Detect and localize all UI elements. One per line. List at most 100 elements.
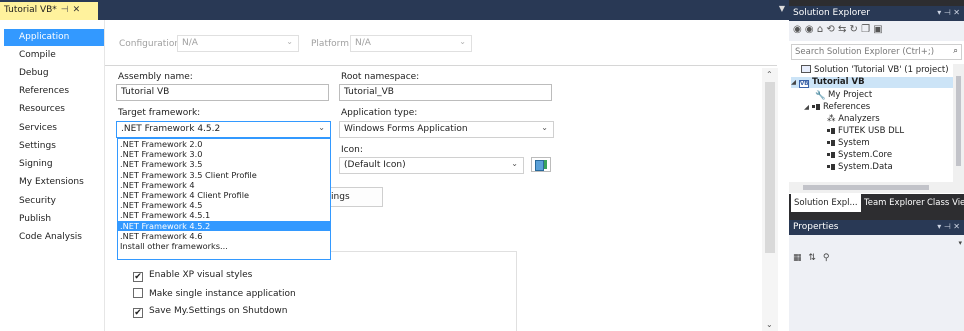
nav-item-application[interactable]: Application [4, 29, 111, 46]
target-framework-select[interactable]: .NET Framework 4.5.2 ⌄ [116, 121, 331, 138]
framework-option[interactable]: .NET Framework 3.0 [118, 149, 330, 159]
icon-select[interactable]: (Default Icon) ⌄ [339, 157, 524, 174]
tree-node-label: Solution 'Tutorial VB' (1 project) [814, 65, 949, 75]
nav-item-settings[interactable]: Settings [4, 138, 100, 155]
analyzer-icon: ⁂ [827, 114, 839, 124]
framework-option-selected[interactable]: .NET Framework 4.5.2 [118, 220, 330, 231]
solution-explorer-search-input[interactable]: Search Solution Explorer (Ctrl+;) ⌕ [791, 44, 962, 60]
chevron-down-icon: ⌄ [459, 37, 466, 46]
nav-item-security[interactable]: Security [4, 193, 100, 210]
property-pages-nav: Application Compile Debug References Res… [0, 20, 111, 331]
application-type-select[interactable]: Windows Forms Application ⌄ [339, 121, 554, 138]
search-icon[interactable]: ⌕ [953, 46, 958, 56]
tree-node-reference[interactable]: System.Core [827, 150, 892, 160]
tree-node-my-project[interactable]: 🔧 My Project [815, 90, 873, 101]
refresh-icon[interactable]: ↻ [850, 24, 858, 35]
root-namespace-input[interactable]: Tutorial_VB [339, 84, 552, 101]
reference-icon-block [831, 128, 835, 134]
checkbox-box[interactable]: ✔ [133, 272, 143, 282]
project-designer: Tutorial VB* ⊣ ✕ ▼ Application Compile Deb… [0, 0, 789, 331]
window-controls[interactable]: ▾ ⊣ ✕ [937, 8, 960, 17]
tab-class-view[interactable]: Class View [924, 194, 964, 212]
solution-explorer-title-bar[interactable]: Solution Explorer ▾ ⊣ ✕ [789, 6, 964, 21]
document-tab[interactable]: Tutorial VB* ⊣ ✕ [0, 2, 98, 20]
framework-option[interactable]: .NET Framework 2.0 [118, 139, 330, 149]
properties-title-bar[interactable]: Properties ▾ ⊣ ✕ [789, 220, 964, 235]
pin-icon[interactable]: ⊣ [61, 5, 69, 15]
close-icon[interactable]: ✕ [73, 5, 81, 15]
framework-option[interactable]: .NET Framework 4 [118, 180, 330, 190]
enable-xp-visual-styles-checkbox[interactable]: ✔ Enable XP visual styles [133, 270, 252, 282]
target-framework-label: Target framework: [118, 108, 201, 118]
icon-value: (Default Icon) [344, 160, 406, 170]
scrollbar-thumb[interactable] [956, 76, 961, 166]
framework-option[interactable]: .NET Framework 4.5 [118, 200, 330, 210]
framework-option[interactable]: .NET Framework 4.5.1 [118, 210, 330, 220]
expanded-triangle-icon[interactable]: ◢ [804, 103, 812, 111]
nav-item-signing[interactable]: Signing [4, 156, 100, 173]
home-icon[interactable]: ⌂ [817, 24, 823, 35]
nav-item-resources[interactable]: Resources [4, 101, 100, 118]
tab-solution-explorer[interactable]: Solution Expl... [791, 194, 861, 212]
solution-tree-horizontal-scrollbar[interactable] [789, 182, 964, 193]
tree-node-analyzers[interactable]: ⁂ Analyzers [827, 114, 880, 124]
properties-icon[interactable]: ▣ [873, 24, 882, 35]
reference-icon [827, 165, 830, 168]
framework-option[interactable]: .NET Framework 4.6 [118, 231, 330, 241]
solution-tree-vertical-scrollbar[interactable] [953, 64, 964, 182]
tree-node-reference[interactable]: FUTEK USB DLL [827, 126, 904, 136]
assembly-information-button[interactable]: ttings [323, 187, 383, 207]
solution-tree: Solution 'Tutorial VB' (1 project) ◢ VB Tu… [789, 64, 953, 182]
forward-icon[interactable]: ◉ [805, 24, 814, 35]
assembly-name-input[interactable]: Tutorial VB [116, 84, 329, 101]
install-other-frameworks-option[interactable]: Install other frameworks... [118, 241, 330, 251]
tree-node-label: My Project [828, 90, 873, 100]
chevron-up-icon[interactable]: ⌃ [766, 70, 773, 79]
tree-node-reference[interactable]: System [827, 138, 870, 148]
scrollbar-thumb[interactable] [803, 185, 929, 190]
tree-node-solution[interactable]: Solution 'Tutorial VB' (1 project) [801, 65, 949, 75]
nav-item-code-analysis[interactable]: Code Analysis [4, 229, 100, 246]
single-instance-checkbox[interactable]: Make single instance application [133, 288, 296, 299]
nav-item-publish[interactable]: Publish [4, 211, 100, 228]
tree-node-references[interactable]: ◢ References [804, 102, 870, 112]
sync-icon[interactable]: ⟲ [826, 24, 834, 35]
document-tab-bar: Tutorial VB* ⊣ ✕ ▼ [0, 0, 789, 20]
framework-option[interactable]: .NET Framework 4 Client Profile [118, 190, 330, 200]
reference-icon-block [831, 152, 835, 158]
categorized-icon[interactable]: ▦ [793, 253, 802, 263]
tree-node-reference[interactable]: System.Data [827, 162, 893, 172]
nav-item-compile[interactable]: Compile [4, 47, 100, 64]
alphabetical-icon[interactable]: ⇅ [808, 253, 816, 263]
tab-team-explorer[interactable]: Team Explorer [861, 194, 928, 212]
save-settings-on-shutdown-checkbox[interactable]: ✔ Save My.Settings on Shutdown [133, 306, 287, 318]
tree-node-label: System [838, 138, 870, 148]
property-pages-icon[interactable]: ⚲ [823, 253, 830, 263]
checkbox-box[interactable] [133, 288, 143, 298]
checkbox-box[interactable]: ✔ [133, 308, 143, 318]
collapse-icon[interactable]: ⇆ [838, 24, 846, 35]
window-controls[interactable]: ▾ ⊣ ✕ [937, 222, 960, 231]
configuration-label: Configuration: [119, 39, 184, 49]
nav-item-my-extensions[interactable]: My Extensions [4, 174, 100, 191]
back-icon[interactable]: ◉ [793, 24, 802, 35]
target-framework-dropdown-list: .NET Framework 2.0 .NET Framework 3.0 .N… [117, 138, 331, 260]
page-vertical-scrollbar[interactable]: ⌃ ⌄ [762, 68, 778, 331]
scrollbar-thumb[interactable] [765, 82, 775, 253]
framework-option[interactable]: .NET Framework 3.5 Client Profile [118, 170, 330, 180]
chevron-down-icon[interactable]: ▾ [958, 239, 962, 247]
nav-item-services[interactable]: Services [4, 120, 100, 137]
expanded-triangle-icon[interactable]: ◢ [791, 78, 799, 86]
tab-list-dropdown-icon[interactable]: ▼ [779, 4, 785, 13]
tree-node-label: FUTEK USB DLL [838, 126, 905, 136]
solution-explorer-toolbar: ◉ ◉ ⌂ ⟲ ⇆ ↻ ❐ ▣ [789, 21, 964, 41]
vb-project-icon: VB [799, 80, 809, 88]
nav-item-references[interactable]: References [4, 83, 100, 100]
chevron-down-icon[interactable]: ⌄ [766, 320, 773, 329]
platform-select[interactable]: N/A ⌄ [350, 35, 472, 52]
configuration-select[interactable]: N/A ⌄ [177, 35, 299, 52]
tree-node-project[interactable]: ◢ VB Tutorial VB [791, 77, 953, 88]
framework-option[interactable]: .NET Framework 3.5 [118, 159, 330, 169]
copy-icon[interactable]: ❐ [861, 24, 870, 35]
nav-item-debug[interactable]: Debug [4, 65, 100, 82]
